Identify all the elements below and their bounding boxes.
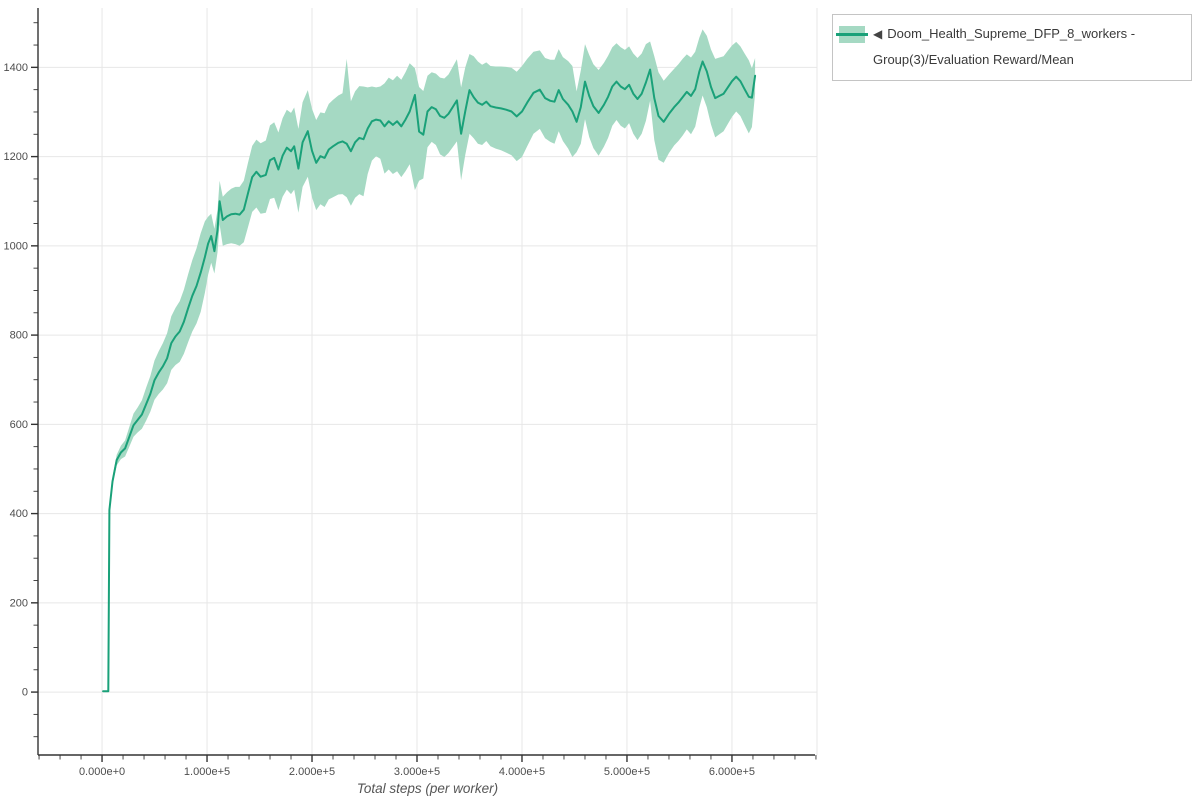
legend-text: ◀Doom_Health_Supreme_DFP_8_workers - Gro… [873, 21, 1181, 72]
series-swatch-icon [839, 26, 865, 43]
y-tick-label: 1400 [4, 62, 28, 74]
y-tick-label: 800 [10, 330, 28, 342]
y-tick-label: 1000 [4, 240, 28, 252]
line-swatch [836, 33, 868, 36]
plot-area[interactable] [38, 8, 817, 755]
x-tick-label: 5.000e+5 [604, 766, 650, 778]
legend-item[interactable]: ◀Doom_Health_Supreme_DFP_8_workers - Gro… [839, 21, 1181, 72]
reward-chart-svg: 0.000e+0 1.000e+5 2.000e+5 3.000e+5 4.000e+5… [0, 0, 830, 800]
x-tick-label: 3.000e+5 [394, 766, 440, 778]
reward-chart: 0.000e+0 1.000e+5 2.000e+5 3.000e+5 4.000e+5… [0, 0, 830, 800]
y-tick-label: 0 [22, 687, 28, 699]
x-tick-label: 0.000e+0 [79, 766, 125, 778]
legend-series-label: Doom_Health_Supreme_DFP_8_workers - Grou… [873, 26, 1135, 67]
y-tick-label: 200 [10, 597, 28, 609]
legend: ◀Doom_Health_Supreme_DFP_8_workers - Gro… [832, 14, 1192, 81]
y-tick-label: 600 [10, 419, 28, 431]
x-tick-label: 2.000e+5 [289, 766, 335, 778]
x-axis-title: Total steps (per worker) [38, 781, 817, 796]
x-tick-label: 4.000e+5 [499, 766, 545, 778]
collapse-left-triangle-icon: ◀ [873, 27, 882, 41]
y-tick-label: 400 [10, 508, 28, 520]
x-tick-label: 1.000e+5 [184, 766, 230, 778]
x-tick-label: 6.000e+5 [709, 766, 755, 778]
y-tick-label: 1200 [4, 151, 28, 163]
